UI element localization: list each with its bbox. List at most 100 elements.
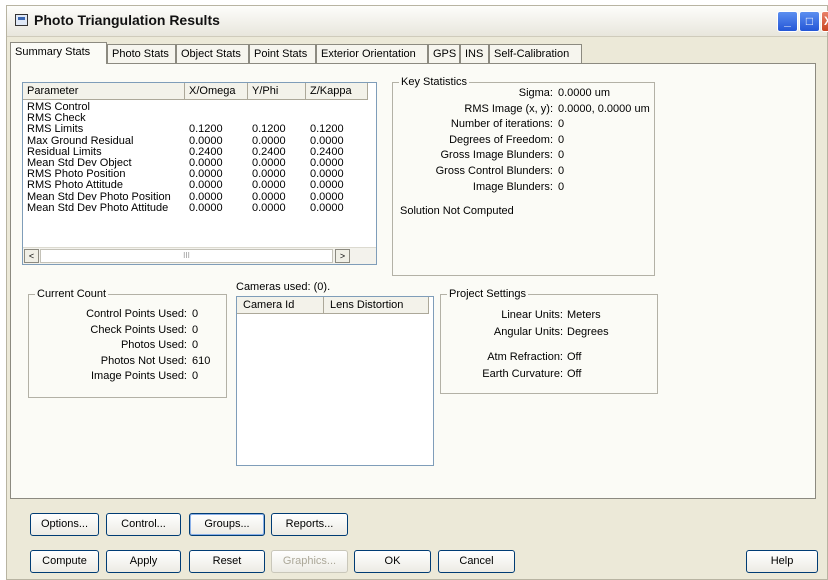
apply-button[interactable]: Apply (106, 550, 181, 573)
compute-button[interactable]: Compute (30, 550, 99, 573)
key-stat-value: 0.0000 um (558, 87, 610, 99)
setting-value: Off (567, 368, 582, 380)
value-cell (185, 112, 248, 124)
count-value: 610 (192, 354, 211, 367)
parameter-cell: RMS Photo Attitude (27, 179, 123, 192)
reports-button[interactable]: Reports... (271, 513, 348, 536)
key-stat-value: 0 (558, 165, 565, 177)
key-stat-label: Sigma: (518, 87, 553, 99)
scroll-thumb[interactable]: III (40, 249, 333, 263)
cameras-used-label: Cameras used: (0). (236, 281, 331, 293)
control-button[interactable]: Control... (106, 513, 181, 536)
value-cell: 0.2400 (252, 145, 286, 158)
count-value: 0 (192, 308, 199, 320)
column-header[interactable]: X/Omega (185, 83, 248, 100)
column-header[interactable]: Z/Kappa (306, 83, 368, 100)
value-cell: 0.1200 (189, 123, 223, 136)
cancel-button[interactable]: Cancel (438, 550, 515, 573)
table-row[interactable]: Residual Limits 0.2400 0.2400 0.2400 (23, 146, 368, 158)
value-cell: 0.0000 (310, 157, 344, 169)
table-row[interactable]: Mean Std Dev Object 0.0000 0.0000 0.0000 (23, 157, 368, 169)
table-row[interactable]: Mean Std Dev Photo Position 0.0000 0.0000 0… (23, 191, 368, 203)
value-cell: 0.2400 (310, 145, 344, 158)
parameter-cell: Residual Limits (27, 145, 102, 158)
parameter-cell: RMS Limits (27, 123, 84, 136)
value-cell: 0.0000 (310, 134, 344, 147)
value-cell: 0.0000 (252, 179, 286, 192)
key-statistics-legend: Key Statistics (401, 76, 468, 88)
cameras-list[interactable]: Camera Id Lens Distortion (236, 296, 434, 466)
setting-label: Linear Units: (501, 309, 563, 321)
column-header[interactable]: Lens Distortion (324, 297, 429, 314)
value-cell (306, 112, 368, 124)
value-cell (185, 101, 248, 113)
tab-self-calibration[interactable]: Self-Calibration (489, 44, 582, 63)
tab-summary-stats[interactable]: Summary Stats (10, 42, 107, 64)
value-cell: 0.1200 (252, 123, 286, 136)
window-title: Photo Triangulation Results (34, 12, 220, 28)
value-cell: 0.2400 (189, 145, 223, 158)
table-row[interactable]: RMS Control (23, 101, 368, 113)
parameter-cell: Mean Std Dev Photo Position (27, 190, 171, 203)
table-row[interactable]: Max Ground Residual 0.0000 0.0000 0.0000 (23, 135, 368, 147)
ok-button[interactable]: OK (354, 550, 431, 573)
tab-photo-stats[interactable]: Photo Stats (107, 44, 176, 63)
table-row[interactable]: RMS Photo Position 0.0000 0.0000 0.0000 (23, 168, 368, 180)
key-stat-value: 0 (558, 133, 565, 146)
tab-ins[interactable]: INS (460, 44, 489, 63)
key-stat-label: RMS Image (x, y): (464, 102, 553, 115)
value-cell: 0.0000 (189, 168, 223, 181)
key-stat-label: Degrees of Freedom: (449, 133, 553, 146)
help-button[interactable]: Help (746, 550, 818, 573)
count-value: 0 (192, 339, 199, 351)
value-cell: 0.0000 (252, 168, 286, 181)
table-header: Parameter X/Omega Y/Phi Z/Kappa (23, 83, 368, 100)
parameter-cell: RMS Control (27, 101, 90, 113)
reset-button[interactable]: Reset (189, 550, 265, 573)
count-value: 0 (192, 370, 199, 382)
key-stat-value: 0.0000, 0.0000 um (558, 102, 650, 115)
table-row[interactable]: RMS Check (23, 112, 368, 124)
scroll-right-icon[interactable]: > (335, 249, 350, 263)
count-label: Photos Used: (120, 339, 187, 351)
value-cell: 0.0000 (310, 201, 344, 214)
title-bar[interactable]: Photo Triangulation Results _ □ X (7, 6, 828, 37)
maximize-button[interactable]: □ (799, 11, 820, 32)
parameter-cell: Mean Std Dev Photo Attitude (27, 201, 169, 214)
value-cell: 0.0000 (252, 157, 286, 169)
minimize-button[interactable]: _ (777, 11, 798, 32)
setting-value: Off (567, 351, 582, 363)
parameter-cell: Mean Std Dev Object (27, 157, 132, 169)
value-cell: 0.0000 (189, 157, 223, 169)
tab-exterior-orientation[interactable]: Exterior Orientation (316, 44, 428, 63)
count-value: 0 (192, 323, 199, 336)
table-row[interactable]: Mean Std Dev Photo Attitude 0.0000 0.0000 0… (23, 202, 368, 214)
horizontal-scrollbar[interactable]: < III > (23, 247, 376, 264)
tab-point-stats[interactable]: Point Stats (249, 44, 316, 63)
count-label: Photos Not Used: (100, 354, 187, 367)
value-cell: 0.0000 (310, 179, 344, 192)
value-cell: 0.0000 (189, 201, 223, 214)
table-row[interactable]: RMS Photo Attitude 0.0000 0.0000 0.0000 (23, 179, 368, 191)
summary-stats-table[interactable]: Parameter X/Omega Y/Phi Z/Kappa RMS Cont… (22, 82, 377, 265)
value-cell (306, 101, 368, 113)
column-header[interactable]: Y/Phi (248, 83, 306, 100)
column-header[interactable]: Parameter (23, 83, 185, 100)
tab-object-stats[interactable]: Object Stats (176, 44, 249, 63)
table-row[interactable]: RMS Limits 0.1200 0.1200 0.1200 (23, 123, 368, 135)
column-header[interactable]: Camera Id (237, 297, 324, 314)
key-stat-label: Number of iterations: (450, 118, 553, 131)
key-stat-value: 0 (558, 180, 565, 193)
tab-gps[interactable]: GPS (428, 44, 460, 63)
value-cell: 0.0000 (252, 190, 286, 203)
close-button[interactable]: X (821, 11, 828, 32)
scroll-left-icon[interactable]: < (24, 249, 39, 263)
value-cell: 0.0000 (310, 168, 344, 181)
groups-button[interactable]: Groups... (189, 513, 265, 536)
options-button[interactable]: Options... (30, 513, 99, 536)
current-count-legend: Current Count (37, 288, 107, 300)
value-cell: 0.0000 (189, 190, 223, 203)
window-app-icon (15, 14, 28, 26)
count-label: Control Points Used: (86, 308, 187, 320)
setting-value: Degrees (567, 326, 609, 338)
